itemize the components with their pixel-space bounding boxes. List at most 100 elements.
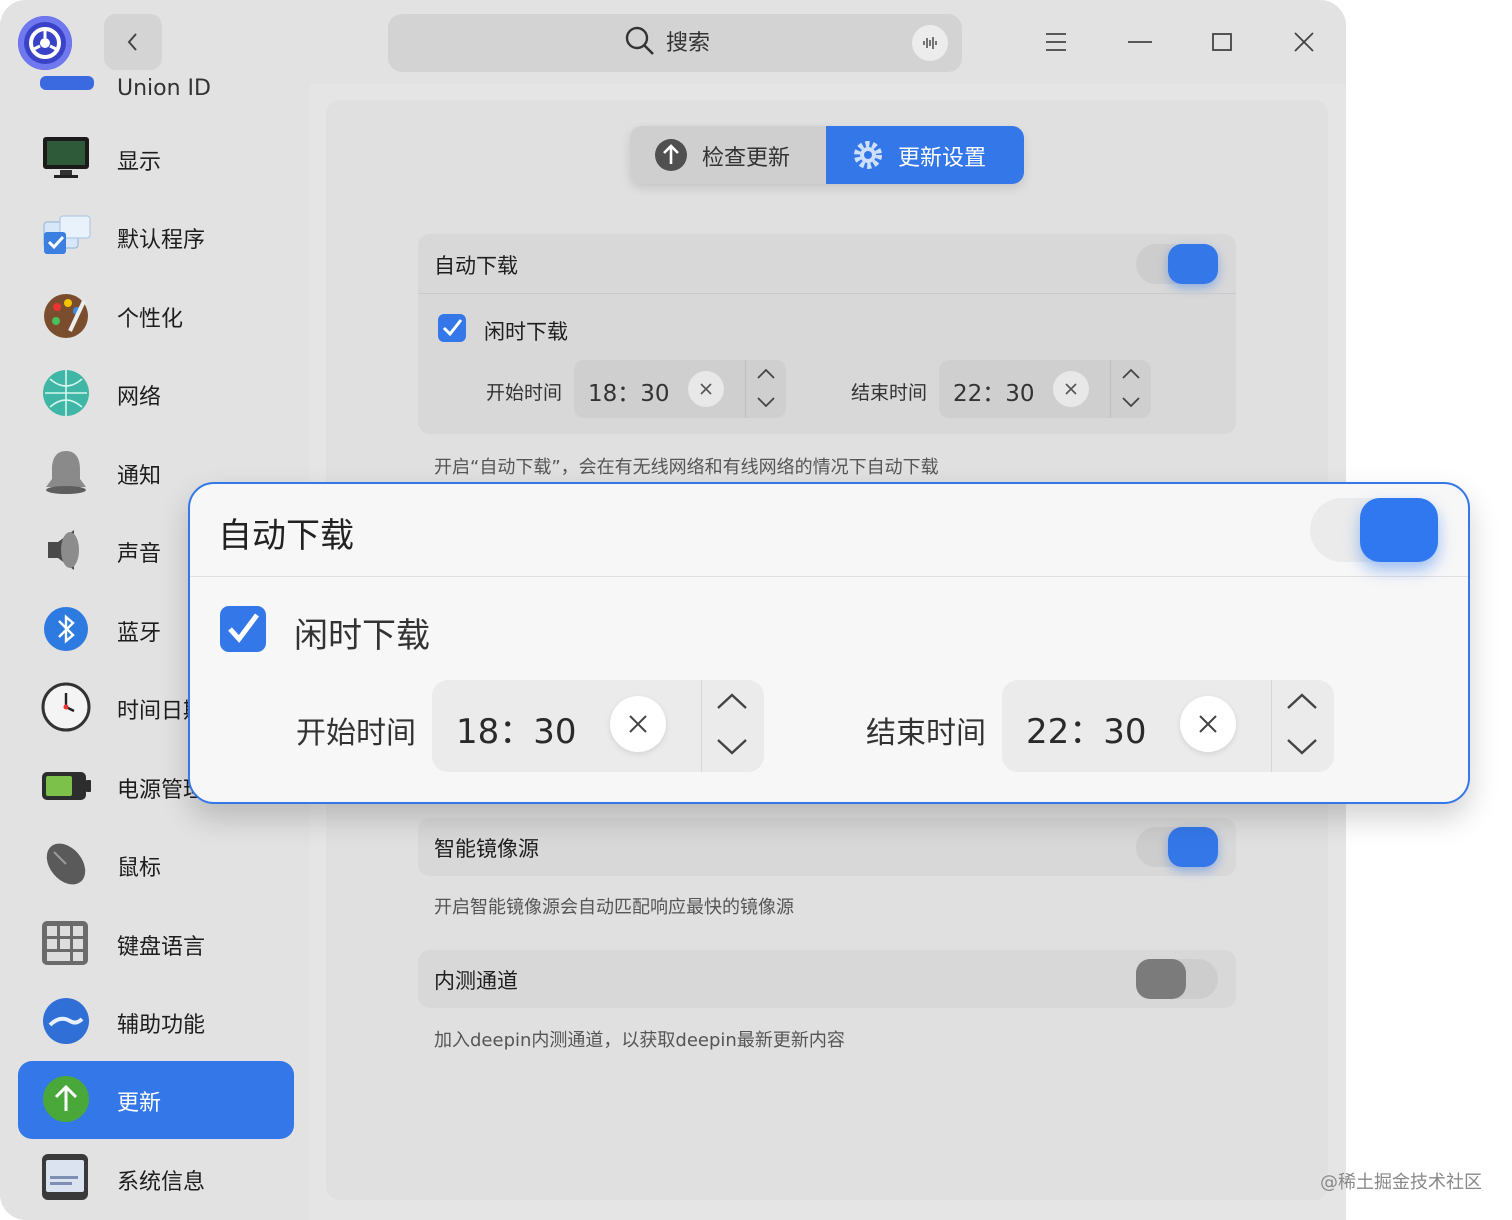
zoom-start-time-arrows[interactable]: [701, 680, 764, 772]
sidebar-item-label: 显示: [117, 150, 162, 175]
maximize-icon: [1212, 33, 1232, 51]
gear-icon: [854, 141, 882, 169]
zoom-start-time-value: 18：30: [456, 712, 577, 752]
checkmark-icon: [228, 613, 259, 643]
beta-channel-title: 内测通道: [434, 969, 518, 993]
beta-channel-panel: 内测通道: [418, 950, 1236, 1008]
zoom-clear-start-time-button[interactable]: [610, 696, 666, 752]
sidebar-item-union-id[interactable]: Union ID: [18, 36, 294, 114]
auto-download-toggle[interactable]: [1136, 244, 1218, 284]
notification-bell-icon: [46, 451, 86, 494]
clear-start-time-button[interactable]: [688, 371, 724, 407]
upload-arrow-icon: [655, 139, 687, 171]
search-placeholder: 搜索: [666, 31, 711, 56]
chevron-down-icon[interactable]: [756, 396, 776, 408]
accessibility-icon: [43, 998, 89, 1044]
search-input[interactable]: 搜索: [388, 14, 962, 72]
sidebar-item-display[interactable]: 显示: [18, 120, 294, 198]
start-time-value: 18：30: [588, 381, 670, 407]
minimize-icon: [1128, 41, 1152, 43]
close-button[interactable]: [1288, 26, 1320, 58]
sidebar-item-default-apps[interactable]: 默认程序: [18, 198, 294, 276]
mouse-icon: [46, 843, 86, 885]
auto-download-panel: 自动下载 闲时下载 开始时间 18：30 结束时间 22：30: [418, 234, 1236, 434]
tab-check-update[interactable]: 检查更新: [630, 126, 826, 184]
start-time-label: 开始时间: [486, 382, 563, 404]
tab-update-settings[interactable]: 更新设置: [826, 126, 1024, 184]
auto-download-note: 开启“自动下载”，会在有无线网络和有线网络的情况下自动下载: [434, 457, 939, 478]
auto-download-title: 自动下载: [434, 254, 518, 278]
sidebar-item-label: 蓝牙: [117, 621, 162, 646]
sidebar-item-update[interactable]: 更新: [18, 1061, 294, 1139]
sidebar-item-label: 辅助功能: [117, 1013, 206, 1038]
zoom-clear-end-time-button[interactable]: [1180, 696, 1236, 752]
divider: [418, 293, 1236, 294]
close-icon: [629, 715, 647, 733]
zoom-end-time-arrows[interactable]: [1271, 680, 1334, 772]
close-icon: [1294, 32, 1314, 52]
zoom-end-time-value: 22：30: [1026, 712, 1147, 752]
menu-button[interactable]: [1040, 26, 1072, 58]
zoom-end-time-stepper[interactable]: 22：30: [1002, 680, 1334, 772]
clear-end-time-button[interactable]: [1053, 371, 1089, 407]
chevron-up-icon[interactable]: [1121, 368, 1141, 380]
update-tabs: 检查更新 更新设置: [630, 126, 1024, 184]
idle-download-label: 闲时下载: [484, 320, 568, 344]
keyboard-icon: [42, 921, 88, 965]
default-apps-icon: [43, 215, 91, 254]
smart-mirror-title: 智能镜像源: [434, 837, 539, 861]
beta-channel-toggle[interactable]: [1136, 959, 1218, 999]
start-time-stepper[interactable]: 18：30: [574, 360, 786, 418]
voice-wave-icon: [923, 37, 937, 49]
update-arrow-icon: [43, 1076, 89, 1122]
maximize-button[interactable]: [1206, 26, 1238, 58]
sidebar-item-label: 默认程序: [117, 228, 206, 253]
personalization-icon: [44, 294, 88, 338]
speaker-icon: [48, 530, 79, 570]
sidebar-item-accessibility[interactable]: 辅助功能: [18, 983, 294, 1061]
end-time-stepper[interactable]: 22：30: [939, 360, 1151, 418]
display-icon: [43, 137, 89, 178]
watermark-text: @稀土掘金技术社区: [1320, 1172, 1482, 1193]
zoom-start-time-stepper[interactable]: 18：30: [432, 680, 764, 772]
chevron-down-icon[interactable]: [1121, 396, 1141, 408]
chevron-up-icon[interactable]: [756, 368, 776, 380]
checkmark-icon: [442, 319, 463, 337]
sidebar-item-label: Union ID: [117, 76, 211, 101]
bluetooth-icon: [44, 607, 88, 651]
sidebar-item-label: 系统信息: [117, 1170, 206, 1195]
system-info-icon: [42, 1154, 88, 1200]
smart-mirror-panel: 智能镜像源: [418, 818, 1236, 876]
end-time-arrows[interactable]: [1110, 360, 1151, 418]
zoom-start-time-label: 开始时间: [296, 716, 416, 751]
end-time-value: 22：30: [953, 381, 1035, 407]
close-icon: [1199, 715, 1217, 733]
voice-input-button[interactable]: [912, 25, 948, 61]
sidebar-item-mouse[interactable]: 鼠标: [18, 826, 294, 904]
sidebar-item-keyboard[interactable]: 键盘语言: [18, 905, 294, 983]
sidebar-item-label: 网络: [117, 385, 162, 410]
chevron-down-icon[interactable]: [716, 738, 748, 756]
chevron-down-icon[interactable]: [1286, 738, 1318, 756]
minimize-button[interactable]: [1124, 26, 1156, 58]
battery-icon: [42, 772, 91, 800]
sidebar-item-network[interactable]: 网络: [18, 355, 294, 433]
tab-label: 更新设置: [898, 146, 987, 171]
zoomed-auto-download-callout: 自动下载 闲时下载 开始时间 18：30 结束时间 22：30: [188, 482, 1470, 804]
zoom-header: 自动下载: [190, 484, 1468, 577]
smart-mirror-toggle[interactable]: [1136, 827, 1218, 867]
start-time-arrows[interactable]: [745, 360, 786, 418]
chevron-up-icon[interactable]: [1286, 692, 1318, 710]
zoom-idle-download-checkbox[interactable]: [220, 606, 266, 652]
smart-mirror-note: 开启智能镜像源会自动匹配响应最快的镜像源: [434, 897, 794, 918]
sidebar-item-personalization[interactable]: 个性化: [18, 277, 294, 355]
zoom-end-time-label: 结束时间: [866, 716, 986, 751]
close-icon: [700, 383, 712, 395]
sidebar-item-system-info[interactable]: 系统信息: [18, 1140, 294, 1218]
zoom-auto-download-toggle[interactable]: [1310, 498, 1438, 562]
zoom-idle-download-label: 闲时下载: [294, 616, 430, 656]
search-icon: [625, 26, 654, 55]
chevron-up-icon[interactable]: [716, 692, 748, 710]
idle-download-checkbox[interactable]: [438, 314, 466, 342]
zoom-auto-download-title: 自动下载: [218, 516, 354, 556]
